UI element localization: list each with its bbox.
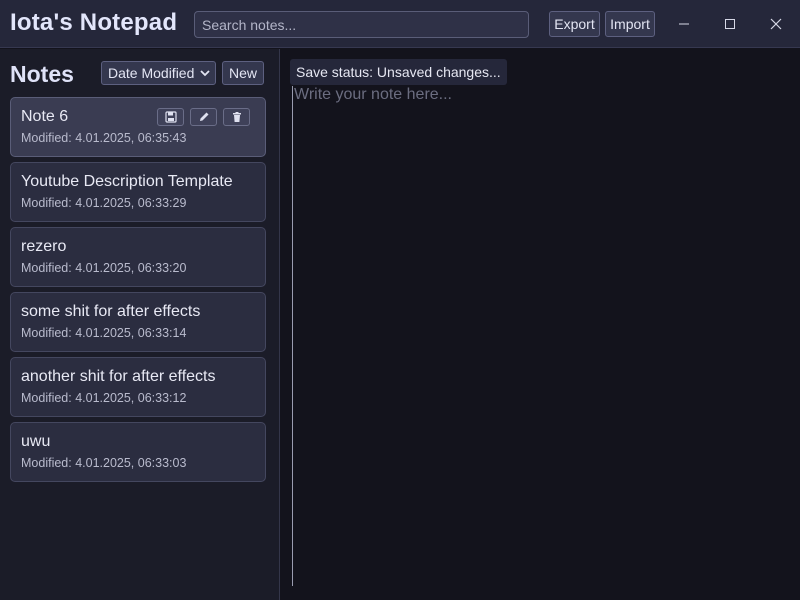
- app-title: Iota's Notepad: [10, 9, 178, 36]
- note-title: uwu: [21, 433, 51, 450]
- note-title: Note 6: [21, 108, 69, 125]
- note-card[interactable]: uwu Modified: 4.01.2025, 06:33:03: [10, 422, 266, 482]
- import-button[interactable]: Import: [605, 11, 655, 37]
- save-icon: [164, 111, 177, 123]
- chevron-down-icon: [200, 70, 210, 77]
- sort-selected-label: Date Modified: [108, 65, 195, 81]
- search-input[interactable]: [194, 11, 529, 38]
- note-card[interactable]: Note 6 Modified: 4.01.2025, 06:35:43: [10, 97, 266, 157]
- sort-select[interactable]: Date Modified: [101, 61, 216, 85]
- save-status: Save status: Unsaved changes...: [290, 59, 507, 85]
- edit-note-button[interactable]: [190, 108, 217, 126]
- minimize-button[interactable]: [661, 0, 707, 48]
- note-title: another shit for after effects: [21, 368, 216, 385]
- note-card-actions: [157, 108, 250, 126]
- notes-heading: Notes: [10, 61, 74, 87]
- note-card[interactable]: Youtube Description Template Modified: 4…: [10, 162, 266, 222]
- export-button[interactable]: Export: [549, 11, 600, 37]
- editor-panel: Save status: Unsaved changes...: [281, 49, 800, 600]
- note-modified: Modified: 4.01.2025, 06:33:12: [21, 391, 187, 405]
- maximize-icon: [725, 19, 735, 29]
- note-card[interactable]: another shit for after effects Modified:…: [10, 357, 266, 417]
- delete-note-button[interactable]: [223, 108, 250, 126]
- maximize-button[interactable]: [707, 0, 753, 48]
- save-note-button[interactable]: [157, 108, 184, 126]
- note-editor[interactable]: [292, 86, 792, 586]
- close-icon: [770, 18, 782, 30]
- delete-icon: [232, 112, 241, 122]
- note-title: rezero: [21, 238, 67, 255]
- note-modified: Modified: 4.01.2025, 06:33:14: [21, 326, 187, 340]
- note-modified: Modified: 4.01.2025, 06:33:29: [21, 196, 187, 210]
- close-button[interactable]: [753, 0, 799, 48]
- note-modified: Modified: 4.01.2025, 06:35:43: [21, 131, 187, 145]
- title-bar: Iota's Notepad Export Import: [0, 0, 800, 48]
- note-modified: Modified: 4.01.2025, 06:33:20: [21, 261, 187, 275]
- notes-sidebar: Notes Date Modified New Note 6 Modified:…: [0, 49, 280, 600]
- minimize-icon: [679, 23, 689, 25]
- note-modified: Modified: 4.01.2025, 06:33:03: [21, 456, 187, 470]
- note-card[interactable]: rezero Modified: 4.01.2025, 06:33:20: [10, 227, 266, 287]
- edit-icon: [199, 112, 208, 121]
- note-title: Youtube Description Template: [21, 173, 233, 190]
- new-note-button[interactable]: New: [222, 61, 264, 85]
- note-title: some shit for after effects: [21, 303, 201, 320]
- note-card[interactable]: some shit for after effects Modified: 4.…: [10, 292, 266, 352]
